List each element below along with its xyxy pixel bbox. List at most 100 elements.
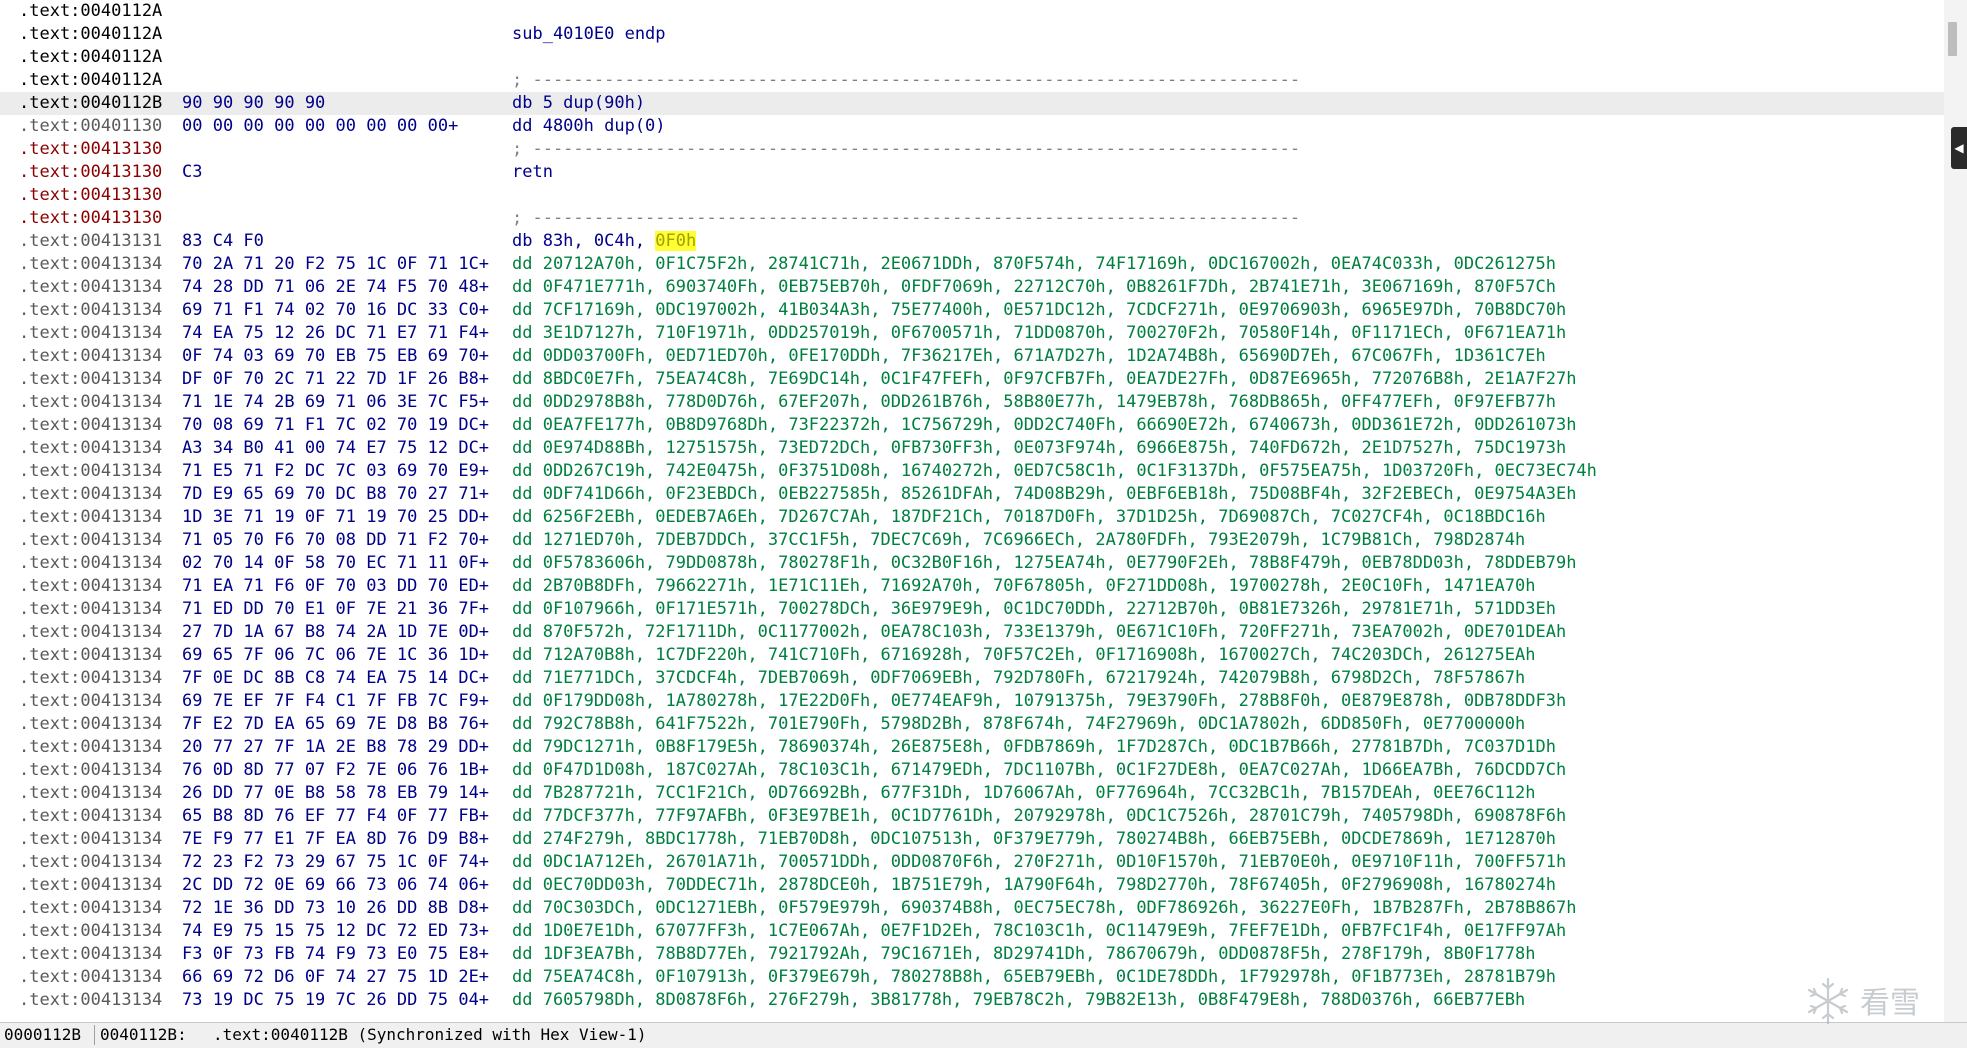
disasm-line[interactable]: .text:00413130 ; ------------------------…	[0, 138, 1944, 161]
line-address[interactable]: .text:00413134	[19, 621, 162, 644]
line-instruction[interactable]: dd 77DCF377h, 77F97AFBh, 0F3E97BE1h, 0C1…	[512, 805, 1566, 828]
disasm-line[interactable]: .text:00413134 71 05 70 F6 70 08 DD 71 F2…	[0, 529, 1944, 552]
line-instruction[interactable]: dd 70C303DCh, 0DC1271EBh, 0F579E979h, 69…	[512, 897, 1576, 920]
line-instruction[interactable]: dd 792C78B8h, 641F7522h, 701E790Fh, 5798…	[512, 713, 1525, 736]
disasm-line[interactable]: .text:00413134 74 E9 75 15 75 12 DC 72 ED…	[0, 920, 1944, 943]
line-address[interactable]: .text:00413134	[19, 506, 162, 529]
line-instruction[interactable]: dd 6256F2EBh, 0EDEB7A6Eh, 7D267C7Ah, 187…	[512, 506, 1546, 529]
line-instruction[interactable]: dd 0F107966h, 0F171E571h, 700278DCh, 36E…	[512, 598, 1556, 621]
line-instruction[interactable]: dd 0DC1A712Eh, 26701A71h, 700571DDh, 0DD…	[512, 851, 1566, 874]
disasm-line[interactable]: .text:00413134 71 EA 71 F6 0F 70 03 DD 70…	[0, 575, 1944, 598]
disasm-line[interactable]: .text:00413130 C3 retn	[0, 161, 1944, 184]
line-instruction[interactable]: dd 75EA74C8h, 0F107913h, 0F379E679h, 780…	[512, 966, 1556, 989]
disasm-line[interactable]: .text:00413134 0F 74 03 69 70 EB 75 EB 69…	[0, 345, 1944, 368]
line-address[interactable]: .text:00413134	[19, 874, 162, 897]
line-instruction[interactable]: dd 7B287721h, 7CC1F21Ch, 0D76692Bh, 677F…	[512, 782, 1536, 805]
highlighted-operand[interactable]: 0F0h	[655, 231, 697, 251]
line-address[interactable]: .text:00413134	[19, 483, 162, 506]
line-instruction[interactable]: dd 0DD267C19h, 742E0475h, 0F3751D08h, 16…	[512, 460, 1597, 483]
disasm-line[interactable]: .text:00413134 74 EA 75 12 26 DC 71 E7 71…	[0, 322, 1944, 345]
disasm-line[interactable]: .text:00413134 69 65 7F 06 7C 06 7E 1C 36…	[0, 644, 1944, 667]
disasm-line[interactable]: .text:00413134 71 E5 71 F2 DC 7C 03 69 70…	[0, 460, 1944, 483]
line-address[interactable]: .text:00413134	[19, 667, 162, 690]
line-address[interactable]: .text:0040112A	[19, 69, 162, 92]
disasm-line[interactable]: .text:00413134 76 0D 8D 77 07 F2 7E 06 76…	[0, 759, 1944, 782]
line-address[interactable]: .text:0040112A	[19, 46, 162, 69]
disasm-line[interactable]: .text:00413134 F3 0F 73 FB 74 F9 73 E0 75…	[0, 943, 1944, 966]
line-instruction[interactable]: dd 0DD03700Fh, 0ED71ED70h, 0FE170DDh, 7F…	[512, 345, 1546, 368]
line-address[interactable]: .text:0040112A	[19, 23, 162, 46]
line-address[interactable]: .text:00413131	[19, 230, 162, 253]
line-address[interactable]: .text:00413134	[19, 989, 162, 1012]
line-address[interactable]: .text:0040112B	[19, 92, 162, 115]
line-instruction[interactable]: dd 1271ED70h, 7DEB7DDCh, 37CC1F5h, 7DEC7…	[512, 529, 1525, 552]
disasm-line[interactable]: .text:00413134 A3 34 B0 41 00 74 E7 75 12…	[0, 437, 1944, 460]
disasm-line[interactable]: .text:00413130 ; ------------------------…	[0, 207, 1944, 230]
line-instruction[interactable]: dd 0F179DD08h, 1A780278h, 17E22D0Fh, 0E7…	[512, 690, 1566, 713]
line-address[interactable]: .text:00413134	[19, 943, 162, 966]
disasm-line[interactable]: .text:00413134 71 ED DD 70 E1 0F 7E 21 36…	[0, 598, 1944, 621]
line-address[interactable]: .text:00413134	[19, 920, 162, 943]
disasm-line[interactable]: .text:00413134 7F E2 7D EA 65 69 7E D8 B8…	[0, 713, 1944, 736]
disasm-line[interactable]: .text:00413134 69 71 F1 74 02 70 16 DC 33…	[0, 299, 1944, 322]
line-address[interactable]: .text:00413134	[19, 460, 162, 483]
disassembly-view[interactable]: .text:0040112A .text:0040112A sub_4010E0 e…	[0, 0, 1944, 1022]
line-instruction[interactable]: dd 1DF3EA7Bh, 78B8D77Eh, 7921792Ah, 79C1…	[512, 943, 1536, 966]
line-instruction[interactable]: dd 2B70B8DFh, 79662271h, 1E71C11Eh, 7169…	[512, 575, 1536, 598]
disasm-line[interactable]: .text:00413134 66 69 72 D6 0F 74 27 75 1D…	[0, 966, 1944, 989]
disasm-line[interactable]: .text:00413134 7E F9 77 E1 7F EA 8D 76 D9…	[0, 828, 1944, 851]
line-instruction[interactable]: dd 0F5783606h, 79DD0878h, 780278F1h, 0C3…	[512, 552, 1576, 575]
line-address[interactable]: .text:00413134	[19, 897, 162, 920]
line-instruction[interactable]: dd 7605798Dh, 8D0878F6h, 276F279h, 3B817…	[512, 989, 1525, 1012]
disasm-line[interactable]: .text:00413134 65 B8 8D 76 EF 77 F4 0F 77…	[0, 805, 1944, 828]
disasm-line[interactable]: .text:00413134 02 70 14 0F 58 70 EC 71 11…	[0, 552, 1944, 575]
line-instruction[interactable]: dd 274F279h, 8BDC1778h, 71EB70D8h, 0DC10…	[512, 828, 1556, 851]
line-address[interactable]: .text:00413134	[19, 299, 162, 322]
line-address[interactable]: .text:00413134	[19, 575, 162, 598]
line-address[interactable]: .text:00413130	[19, 207, 162, 230]
line-address[interactable]: .text:00413134	[19, 759, 162, 782]
disasm-line[interactable]: .text:00413134 20 77 27 7F 1A 2E B8 78 29…	[0, 736, 1944, 759]
disasm-line[interactable]: .text:0040112A sub_4010E0 endp	[0, 23, 1944, 46]
line-address[interactable]: .text:00413134	[19, 391, 162, 414]
disasm-line[interactable]: .text:00413134 72 1E 36 DD 73 10 26 DD 8B…	[0, 897, 1944, 920]
line-instruction[interactable]: dd 712A70B8h, 1C7DF220h, 741C710Fh, 6716…	[512, 644, 1536, 667]
line-instruction[interactable]: dd 20712A70h, 0F1C75F2h, 28741C71h, 2E06…	[512, 253, 1556, 276]
line-address[interactable]: .text:00413134	[19, 253, 162, 276]
line-instruction[interactable]: dd 0EC70DD03h, 70DDEC71h, 2878DCE0h, 1B7…	[512, 874, 1556, 897]
scrollbar-thumb[interactable]	[1948, 22, 1957, 56]
line-address[interactable]: .text:00413134	[19, 368, 162, 391]
disasm-line[interactable]: .text:0040112A ; ------------------------…	[0, 69, 1944, 92]
line-address[interactable]: .text:00413134	[19, 345, 162, 368]
line-address[interactable]: .text:00413134	[19, 437, 162, 460]
line-address[interactable]: .text:00401130	[19, 115, 162, 138]
disasm-line[interactable]: .text:00413134 69 7E EF 7F F4 C1 7F FB 7C…	[0, 690, 1944, 713]
line-instruction[interactable]: dd 0DF741D66h, 0F23EBDCh, 0EB227585h, 85…	[512, 483, 1576, 506]
line-instruction[interactable]: dd 79DC1271h, 0B8F179E5h, 78690374h, 26E…	[512, 736, 1556, 759]
line-instruction[interactable]: ; --------------------------------------…	[512, 207, 1300, 230]
disasm-line[interactable]: .text:00413134 72 23 F2 73 29 67 75 1C 0F…	[0, 851, 1944, 874]
line-instruction[interactable]: dd 3E1D7127h, 710F1971h, 0DD257019h, 0F6…	[512, 322, 1566, 345]
disasm-line[interactable]: .text:00413134 7D E9 65 69 70 DC B8 70 27…	[0, 483, 1944, 506]
disasm-line[interactable]: .text:00413130	[0, 184, 1944, 207]
line-address[interactable]: .text:00413134	[19, 552, 162, 575]
line-instruction[interactable]: dd 1D0E7E1Dh, 67077FF3h, 1C7E067Ah, 0E7F…	[512, 920, 1566, 943]
line-address[interactable]: .text:00413134	[19, 782, 162, 805]
line-address[interactable]: .text:00413134	[19, 851, 162, 874]
line-instruction[interactable]: ; --------------------------------------…	[512, 69, 1300, 92]
line-instruction[interactable]: db 83h, 0C4h, 0F0h	[512, 230, 697, 253]
disasm-line[interactable]: .text:00401130 00 00 00 00 00 00 00 00 00…	[0, 115, 1944, 138]
line-instruction[interactable]: retn	[512, 161, 553, 184]
disasm-line[interactable]: .text:00413134 71 1E 74 2B 69 71 06 3E 7C…	[0, 391, 1944, 414]
line-address[interactable]: .text:00413130	[19, 184, 162, 207]
line-instruction[interactable]: dd 0E974D88Bh, 12751575h, 73ED72DCh, 0FB…	[512, 437, 1566, 460]
line-instruction[interactable]: sub_4010E0 endp	[512, 23, 666, 46]
line-address[interactable]: .text:00413134	[19, 414, 162, 437]
disasm-line[interactable]: .text:0040112A	[0, 0, 1944, 23]
disasm-line[interactable]: .text:00413134 7F 0E DC 8B C8 74 EA 75 14…	[0, 667, 1944, 690]
line-address[interactable]: .text:00413134	[19, 276, 162, 299]
line-instruction[interactable]: dd 8BDC0E7Fh, 75EA74C8h, 7E69DC14h, 0C1F…	[512, 368, 1576, 391]
line-instruction[interactable]: dd 0DD2978B8h, 778D0D76h, 67EF207h, 0DD2…	[512, 391, 1556, 414]
disasm-line[interactable]: .text:00413134 26 DD 77 0E B8 58 78 EB 79…	[0, 782, 1944, 805]
line-instruction[interactable]: dd 0EA7FE177h, 0B8D9768Dh, 73F22372h, 1C…	[512, 414, 1576, 437]
